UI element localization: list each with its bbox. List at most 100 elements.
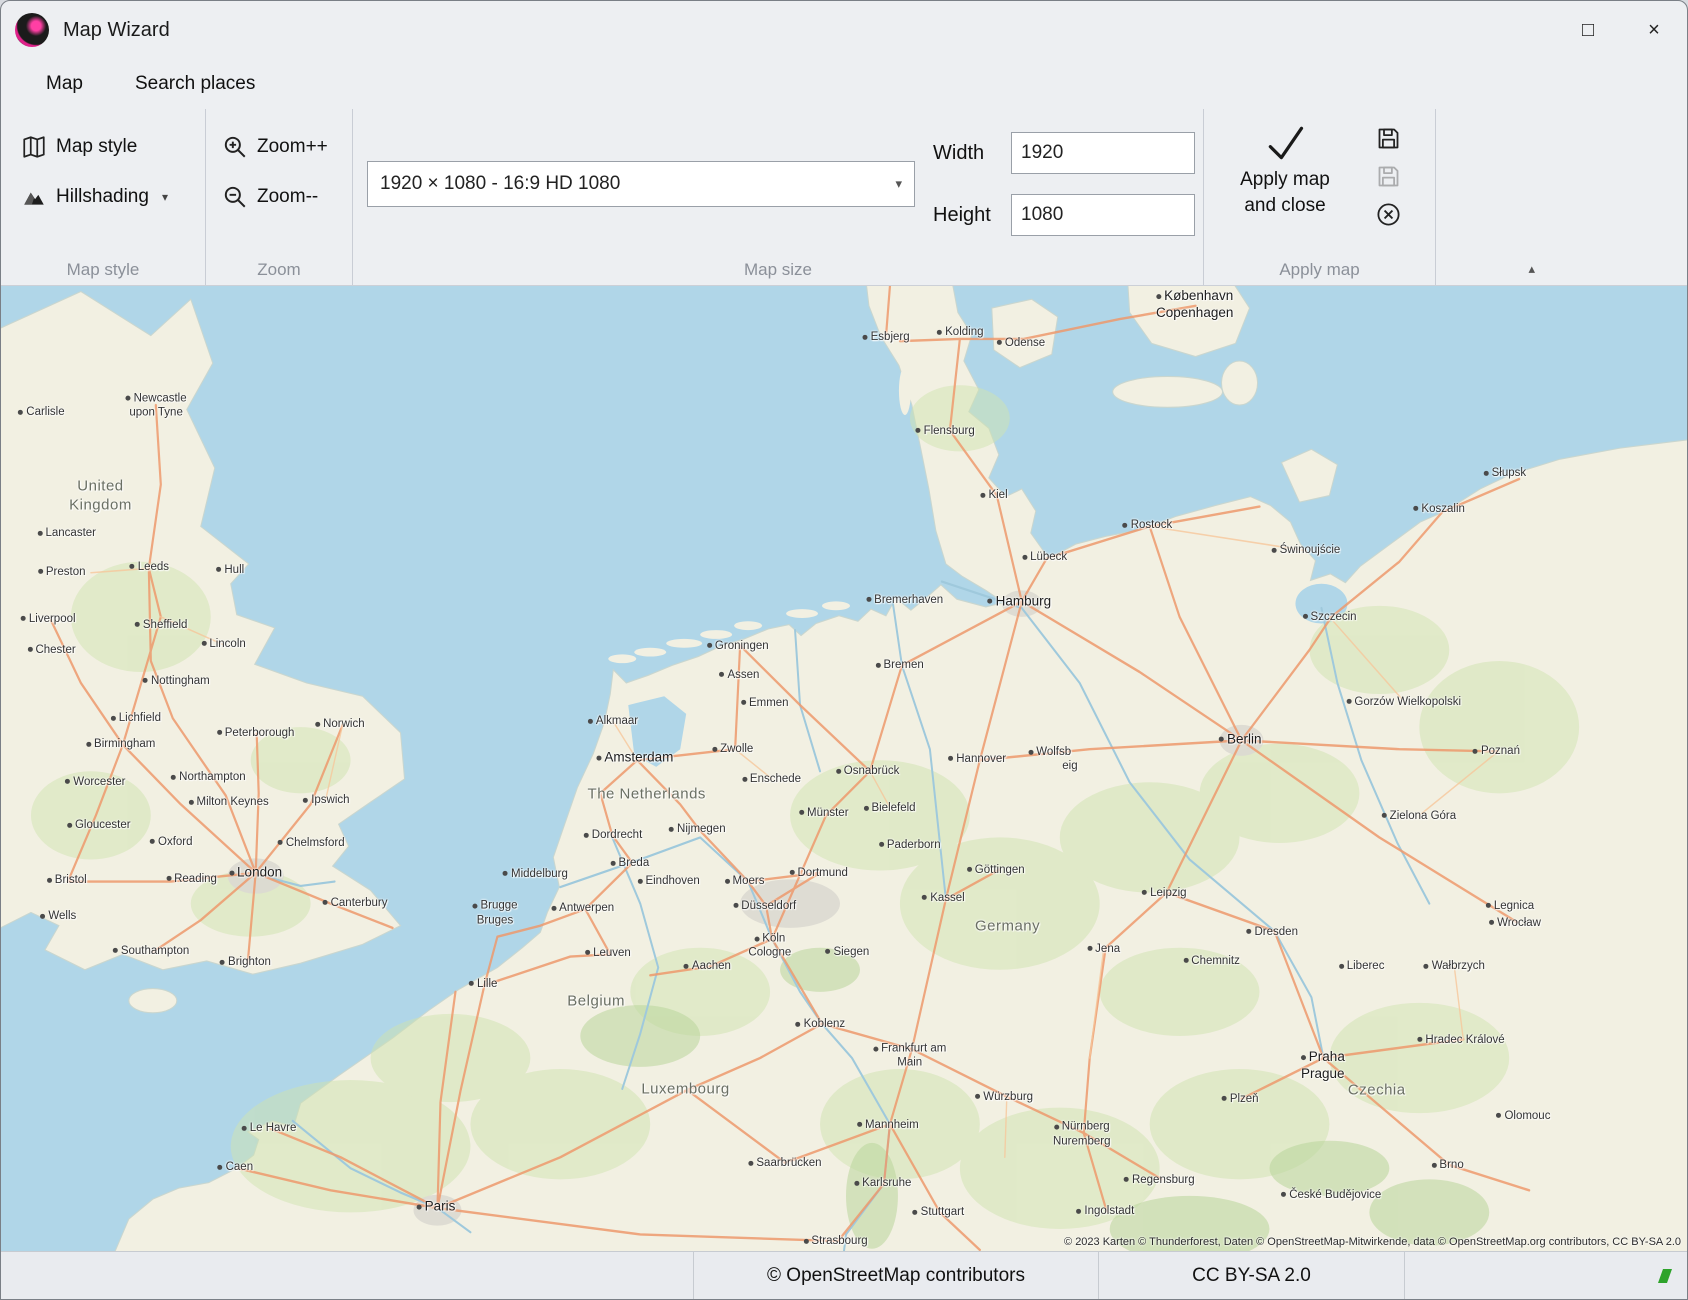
- group-caption-zoom: Zoom: [206, 260, 352, 280]
- city-dot: [825, 949, 830, 954]
- city-dot: [1219, 737, 1224, 742]
- city-dot: [937, 330, 942, 335]
- window-title: Map Wizard: [63, 19, 170, 42]
- map-label: Berlin: [1219, 731, 1262, 748]
- width-label: Width: [933, 142, 997, 165]
- status-indicator-icon[interactable]: [1655, 1267, 1675, 1285]
- hillshading-label: Hillshading: [56, 186, 149, 208]
- map-label: Belgium: [567, 993, 625, 1012]
- map-label: Plzeň: [1222, 1091, 1259, 1105]
- menu-map[interactable]: Map: [46, 73, 83, 95]
- group-zoom: Zoom++ Zoom-- Zoom: [206, 109, 353, 285]
- zoom-in-label: Zoom++: [257, 136, 328, 158]
- city-dot: [551, 906, 556, 911]
- city-dot: [866, 597, 871, 602]
- city-dot: [21, 616, 26, 621]
- map-label: Leipzig: [1142, 886, 1186, 900]
- map-label: Kiel: [980, 488, 1007, 502]
- height-input[interactable]: [1011, 194, 1195, 236]
- width-input[interactable]: [1011, 132, 1195, 174]
- save-as-button: [1375, 163, 1402, 190]
- city-dot: [38, 569, 43, 574]
- map-label: Hannover: [948, 752, 1006, 766]
- map-style-button[interactable]: Map style: [21, 125, 205, 169]
- city-dot: [596, 755, 601, 760]
- status-osm-attribution: © OpenStreetMap contributors: [693, 1252, 1098, 1299]
- map-style-label: Map style: [56, 136, 137, 158]
- city-dot: [1473, 748, 1478, 753]
- map-label: Germany: [975, 917, 1040, 936]
- city-dot: [967, 867, 972, 872]
- city-dot: [472, 903, 477, 908]
- city-dot: [1087, 946, 1092, 951]
- zoom-in-icon: [222, 134, 248, 160]
- menu-search-places[interactable]: Search places: [135, 73, 255, 95]
- city-dot: [1496, 1113, 1501, 1118]
- map-label: Köln Cologne: [748, 932, 791, 961]
- maximize-button[interactable]: □: [1555, 1, 1621, 59]
- map-label: Osnabrück: [836, 764, 900, 778]
- city-dot: [229, 870, 234, 875]
- city-dot: [86, 742, 91, 747]
- apply-map-label: Apply map and close: [1227, 167, 1343, 218]
- cancel-icon: [1375, 201, 1402, 228]
- city-dot: [1123, 523, 1128, 528]
- map-label: Luxembourg: [641, 1080, 729, 1099]
- city-dot: [47, 878, 52, 883]
- city-dot: [879, 842, 884, 847]
- map-label: Dresden: [1247, 924, 1298, 938]
- city-dot: [303, 798, 308, 803]
- title-bar[interactable]: Map Wizard □ ×: [1, 1, 1687, 59]
- city-dot: [143, 678, 148, 683]
- map-label: Lincoln: [201, 637, 245, 651]
- map-label: Caen: [218, 1160, 254, 1174]
- zoom-out-button[interactable]: Zoom--: [222, 175, 352, 219]
- map-label: Gorzów Wielkopolski: [1346, 695, 1461, 709]
- map-label: Oxford: [150, 835, 193, 849]
- city-dot: [126, 396, 131, 401]
- map-label: Wrocław: [1489, 916, 1541, 930]
- height-label: Height: [933, 204, 997, 227]
- close-button[interactable]: ×: [1621, 1, 1687, 59]
- status-bar: © OpenStreetMap contributors CC BY-SA 2.…: [1, 1251, 1687, 1299]
- map-label: Norwich: [315, 717, 365, 731]
- map-label: Jena: [1087, 942, 1120, 956]
- city-dot: [417, 1204, 422, 1209]
- map-label: Siegen: [825, 945, 869, 959]
- city-dot: [171, 774, 176, 779]
- map-label: Lübeck: [1022, 550, 1067, 564]
- city-dot: [803, 1239, 808, 1244]
- status-license: CC BY-SA 2.0: [1098, 1252, 1404, 1299]
- city-dot: [242, 1126, 247, 1131]
- city-dot: [754, 936, 759, 941]
- zoom-in-button[interactable]: Zoom++: [222, 125, 352, 169]
- city-dot: [1028, 749, 1033, 754]
- city-dot: [1303, 614, 1308, 619]
- map-label: Alkmaar: [588, 714, 638, 728]
- city-dot: [975, 1094, 980, 1099]
- map-size-preset-combobox[interactable]: 1920 × 1080 - 16:9 HD 1080 ▾: [367, 161, 915, 207]
- map-label: Nürnberg Nuremberg: [1053, 1120, 1111, 1149]
- map-label: Brugge Bruges: [472, 899, 517, 928]
- city-dot: [1124, 1177, 1129, 1182]
- city-dot: [65, 779, 70, 784]
- map-label: Bielefeld: [863, 801, 915, 815]
- cancel-button[interactable]: [1375, 201, 1402, 228]
- save-button[interactable]: [1375, 125, 1402, 152]
- apply-map-and-close-button[interactable]: Apply map and close: [1212, 121, 1358, 259]
- hillshading-button[interactable]: Hillshading ▾: [21, 175, 205, 219]
- collapse-ribbon-icon[interactable]: ▴: [1528, 261, 1535, 277]
- map-label: Legnica: [1486, 898, 1534, 912]
- map-label: Kolding: [937, 325, 983, 339]
- city-dot: [315, 721, 320, 726]
- map-label: Poznań: [1473, 744, 1520, 758]
- map-label: Eindhoven: [637, 874, 699, 888]
- map-label: Breda: [611, 856, 650, 870]
- map-label: Chelmsford: [278, 836, 345, 850]
- map-viewport[interactable]: CarlisleNewcastle upon TyneUnited Kingdo…: [1, 286, 1687, 1251]
- city-dot: [201, 641, 206, 646]
- map-label: Chemnitz: [1183, 953, 1240, 967]
- city-dot: [150, 839, 155, 844]
- city-dot: [217, 730, 222, 735]
- map-label: Lille: [469, 977, 497, 991]
